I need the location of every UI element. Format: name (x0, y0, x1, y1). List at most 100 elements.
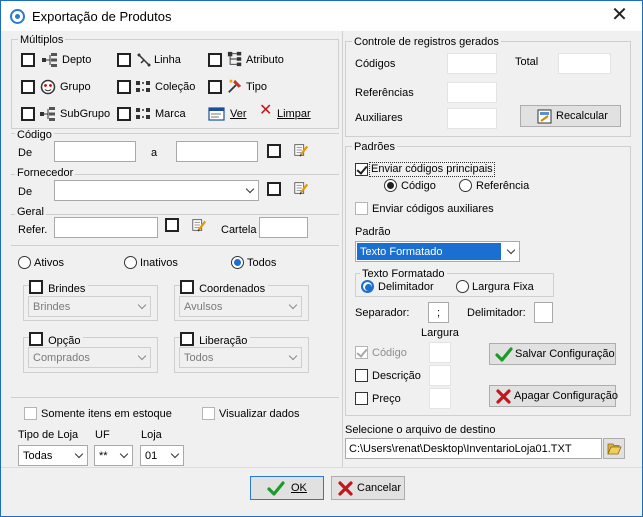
delimitador-radio[interactable] (361, 280, 374, 293)
codigo-a-input[interactable] (176, 141, 258, 162)
dots-grid-icon (136, 108, 150, 119)
visualizar-dados-checkbox[interactable] (202, 407, 215, 420)
limpar-label: Limpar (277, 108, 311, 120)
preco-largura-input[interactable] (429, 388, 451, 409)
atributo-checkbox[interactable] (208, 53, 222, 67)
cartela-input[interactable] (259, 217, 308, 238)
browse-button[interactable] (603, 438, 625, 459)
chevron-down-icon (137, 300, 147, 310)
brindes-checkbox[interactable] (29, 280, 43, 294)
depto-checkbox[interactable] (21, 53, 35, 67)
linha-checkbox[interactable] (117, 53, 131, 67)
largura-fixa-radio[interactable] (456, 280, 469, 293)
destino-path-input[interactable]: C:\Users\renat\Desktop\InventarioLoja01.… (345, 438, 602, 459)
referencia-radio-label: Referência (476, 180, 530, 192)
loja-select[interactable]: 01 (140, 445, 184, 466)
uf-label: UF (95, 429, 110, 441)
ativos-label: Ativos (34, 257, 64, 269)
todos-radio[interactable] (231, 256, 244, 269)
ok-button[interactable]: OK (250, 476, 324, 500)
delimitador-input[interactable] (534, 302, 553, 323)
apagar-configuracao-label: Apagar Configuração (514, 390, 618, 402)
tipo-checkbox[interactable] (208, 80, 222, 94)
codigo-de-input[interactable] (54, 141, 136, 162)
codigo-cb[interactable] (355, 346, 368, 359)
subgrupo-checkbox[interactable] (21, 107, 35, 121)
salvar-configuracao-button[interactable]: Salvar Configuração (489, 343, 616, 365)
liberacao-checkbox[interactable] (180, 332, 194, 346)
uf-value: ** (99, 450, 108, 462)
close-button[interactable]: ✕ (597, 1, 642, 31)
link-icon (137, 53, 151, 67)
tree-icon (42, 53, 57, 67)
apagar-configuracao-button[interactable]: Apagar Configuração (489, 385, 618, 407)
liberacao-select[interactable]: Todos (179, 347, 302, 368)
preco-cb-label: Preço (372, 393, 401, 405)
ver-button[interactable]: Ver (208, 106, 252, 122)
cancelar-label: Cancelar (357, 482, 402, 494)
recalcular-button[interactable]: Recalcular (520, 105, 621, 127)
opcao-checkbox[interactable] (29, 332, 43, 346)
separador-input[interactable]: ; (428, 302, 449, 323)
chevron-down-icon (245, 184, 255, 194)
grupo-checkbox[interactable] (21, 80, 35, 94)
delimitador-radio-label: Delimitador (378, 281, 434, 293)
codigo-cb-label: Código (372, 347, 407, 359)
depto-label: Depto (62, 54, 92, 66)
geral-separator (11, 214, 339, 215)
tipo-loja-select[interactable]: Todas (18, 445, 88, 466)
refer-input[interactable] (54, 217, 158, 238)
coordenados-select[interactable]: Avulsos (179, 296, 302, 317)
codigo-radio-label: Código (401, 180, 436, 192)
cancelar-button[interactable]: Cancelar (331, 476, 405, 500)
descricao-cb[interactable] (355, 369, 368, 382)
refer-multi-checkbox[interactable] (165, 218, 179, 232)
edit-list-icon[interactable] (292, 142, 310, 158)
coordenados-checkbox[interactable] (180, 280, 194, 294)
referencia-radio[interactable] (459, 179, 472, 192)
enviar-auxiliares-checkbox[interactable] (355, 202, 368, 215)
somente-estoque-checkbox[interactable] (24, 407, 37, 420)
inativos-radio[interactable] (124, 256, 137, 269)
fornecedor-select[interactable] (54, 180, 259, 201)
chevron-down-icon (137, 351, 147, 361)
codigos-label: Códigos (355, 58, 396, 70)
enviar-principais-checkbox[interactable] (355, 163, 368, 176)
coordenados-header: Coordenados (180, 279, 269, 295)
chevron-down-icon (119, 449, 129, 459)
geral-group-label: Geral (15, 206, 46, 218)
cartela-label: Cartela (221, 224, 257, 236)
descricao-largura-input[interactable] (429, 365, 451, 386)
x-icon (496, 389, 511, 404)
window-title: Exportação de Produtos (32, 9, 172, 24)
window-icon (208, 107, 225, 121)
codigo-multi-checkbox[interactable] (267, 144, 281, 158)
padrao-select[interactable]: Texto Formatado (355, 241, 520, 262)
colecao-checkbox[interactable] (117, 80, 131, 94)
opcao-value: Comprados (33, 352, 90, 364)
ver-label: Ver (230, 108, 247, 120)
limpar-button[interactable]: ✕ Limpar (259, 103, 315, 122)
tipo-loja-label: Tipo de Loja (18, 429, 79, 441)
codigo-radio[interactable] (384, 179, 397, 192)
uf-select[interactable]: ** (94, 445, 133, 466)
brindes-select[interactable]: Brindes (28, 296, 151, 317)
liberacao-value: Todos (184, 352, 214, 364)
preco-cb[interactable] (355, 392, 368, 405)
calculator-icon (537, 109, 552, 124)
fornecedor-multi-checkbox[interactable] (267, 182, 281, 196)
brindes-header: Brindes (29, 279, 89, 295)
marca-checkbox[interactable] (117, 107, 131, 121)
codigo-largura-input[interactable] (429, 342, 451, 363)
opcao-select[interactable]: Comprados (28, 347, 151, 368)
chevron-down-icon (288, 351, 298, 361)
edit-list-icon[interactable] (292, 180, 310, 196)
salvar-configuracao-label: Salvar Configuração (515, 348, 615, 360)
edit-list-icon[interactable] (190, 217, 208, 233)
ativos-radio[interactable] (18, 256, 31, 269)
visualizar-dados-label: Visualizar dados (219, 408, 300, 420)
padrao-label: Padrão (355, 226, 391, 238)
controle-label: Controle de registros gerados (352, 36, 501, 48)
auxiliares-label: Auxiliares (355, 112, 403, 124)
tools-icon (228, 79, 242, 93)
